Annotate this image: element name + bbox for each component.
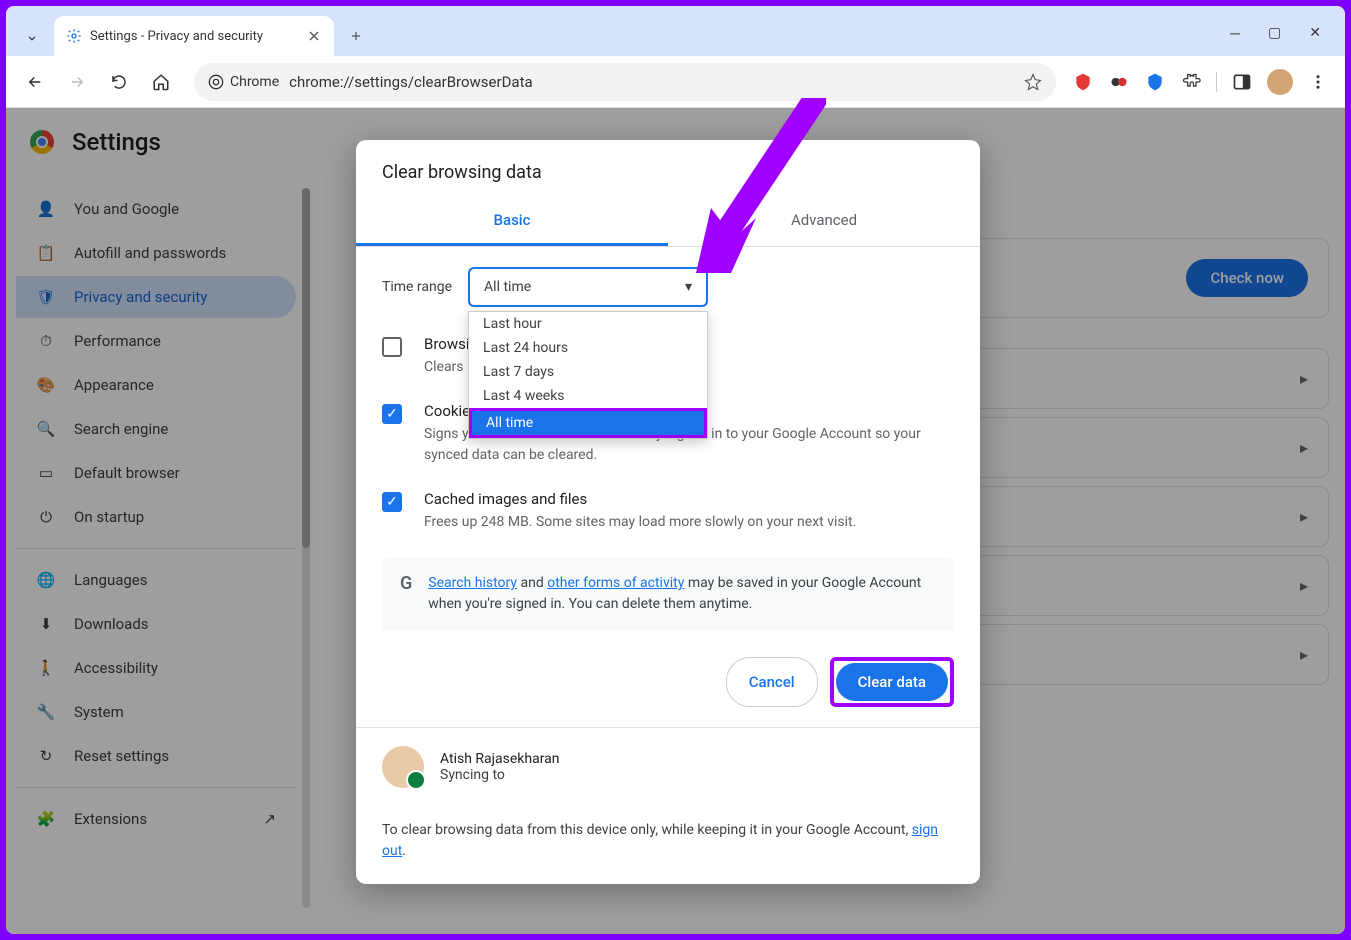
dropdown-option[interactable]: Last 4 weeks [469, 384, 707, 408]
dropdown-list: Last hour Last 24 hours Last 7 days Last… [468, 311, 708, 439]
profile-avatar[interactable] [1267, 69, 1293, 95]
info-box: G Search history and other forms of acti… [382, 557, 954, 631]
dialog-tabs: Basic Advanced [356, 197, 980, 247]
window-controls: ─ ▢ ✕ [1230, 25, 1337, 56]
ext-icon-1[interactable] [1072, 71, 1094, 93]
toolbar: Chrome chrome://settings/clearBrowserDat… [6, 56, 1345, 108]
minimize-button[interactable]: ─ [1230, 25, 1240, 42]
user-section: Atish Rajasekharan Syncing to [356, 727, 980, 806]
checkbox-row-cache: ✓ Cached images and files Frees up 248 M… [382, 490, 954, 533]
titlebar: Settings - Privacy and security ─ ▢ ✕ [6, 6, 1345, 56]
clear-browsing-data-dialog: Clear browsing data Basic Advanced Time … [356, 140, 980, 884]
close-window-button[interactable]: ✕ [1309, 25, 1321, 42]
google-g-icon: G [400, 573, 412, 615]
checkbox-label: Cached images and files [424, 490, 856, 508]
sync-status: Syncing to [440, 767, 560, 783]
checkbox-description: Frees up 248 MB. Some sites may load mor… [424, 512, 856, 533]
dropdown-option[interactable]: Last hour [469, 312, 707, 336]
dropdown-option-selected[interactable]: All time [469, 408, 707, 438]
home-button[interactable] [144, 65, 178, 99]
tab-advanced[interactable]: Advanced [668, 197, 980, 246]
time-range-dropdown[interactable]: All time ▾ Last hour Last 24 hours Last … [468, 267, 708, 307]
maximize-button[interactable]: ▢ [1268, 25, 1281, 42]
separator [1216, 72, 1217, 92]
extension-icons [1072, 69, 1333, 95]
omnibox[interactable]: Chrome chrome://settings/clearBrowserDat… [194, 63, 1056, 101]
extensions-button[interactable] [1180, 71, 1202, 93]
other-activity-link[interactable]: other forms of activity [547, 575, 684, 591]
url-text: chrome://settings/clearBrowserData [289, 73, 1014, 91]
cancel-button[interactable]: Cancel [726, 657, 818, 707]
checkbox[interactable]: ✓ [382, 492, 402, 512]
site-chip[interactable]: Chrome [208, 74, 279, 90]
bookmark-star-icon[interactable] [1024, 73, 1042, 91]
dropdown-button[interactable]: All time ▾ [468, 267, 708, 307]
tab-search-button[interactable] [14, 20, 50, 56]
user-name: Atish Rajasekharan [440, 751, 560, 767]
gear-icon [66, 28, 82, 44]
dialog-footer: To clear browsing data from this device … [356, 806, 980, 884]
plus-icon [349, 29, 363, 43]
search-history-link[interactable]: Search history [428, 575, 517, 591]
back-button[interactable] [18, 65, 52, 99]
user-avatar [382, 746, 424, 788]
browser-tab[interactable]: Settings - Privacy and security [54, 16, 334, 56]
dropdown-option[interactable]: Last 7 days [469, 360, 707, 384]
dropdown-value: All time [484, 279, 531, 295]
ext-icon-3[interactable] [1144, 71, 1166, 93]
caret-down-icon: ▾ [685, 279, 692, 295]
chrome-icon [208, 74, 224, 90]
checkbox[interactable] [382, 337, 402, 357]
tab-title: Settings - Privacy and security [90, 29, 298, 44]
new-tab-button[interactable] [340, 20, 372, 52]
dialog-title: Clear browsing data [356, 140, 980, 197]
chip-label: Chrome [230, 74, 279, 90]
dropdown-option[interactable]: Last 24 hours [469, 336, 707, 360]
checkbox[interactable]: ✓ [382, 404, 402, 424]
chevron-down-icon [25, 31, 39, 45]
info-text: Search history and other forms of activi… [428, 573, 936, 615]
clear-data-button[interactable]: Clear data [836, 663, 948, 701]
reload-button[interactable] [102, 65, 136, 99]
tab-basic[interactable]: Basic [356, 197, 668, 246]
annotation-highlight: Clear data [830, 657, 954, 707]
close-icon[interactable] [306, 28, 322, 44]
menu-button[interactable] [1307, 71, 1329, 93]
time-range-label: Time range [382, 279, 452, 295]
side-panel-button[interactable] [1231, 71, 1253, 93]
ext-icon-2[interactable] [1108, 71, 1130, 93]
forward-button[interactable] [60, 65, 94, 99]
